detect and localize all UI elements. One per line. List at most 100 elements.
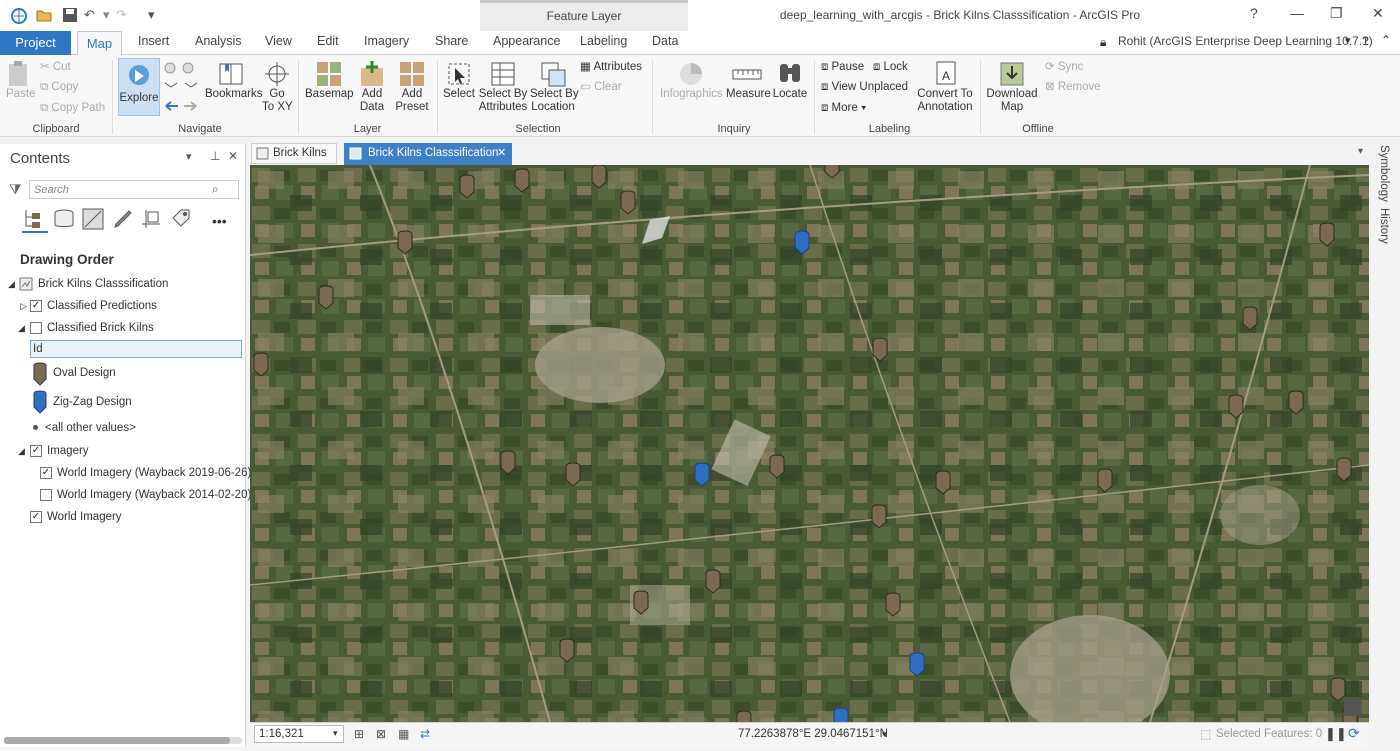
oval-design-kiln-marker[interactable] (559, 638, 575, 663)
data-source-icon[interactable] (53, 208, 75, 233)
contents-scrollbar[interactable] (4, 737, 242, 744)
layer-checkbox[interactable]: ✓ (30, 511, 42, 523)
oval-design-kiln-marker[interactable] (1097, 468, 1113, 493)
oval-design-kiln-marker[interactable] (500, 450, 516, 475)
scale-selector[interactable]: 1:16,321 ▾ (254, 725, 344, 743)
oval-design-kiln-marker[interactable] (1228, 394, 1244, 419)
tab-labeling[interactable]: Labeling (580, 34, 627, 48)
select-button[interactable]: Select (442, 60, 476, 101)
convert-to-annotation-button[interactable]: A Convert To Annotation (916, 60, 974, 114)
fixed-extent-icon[interactable]: ⊞ (354, 727, 364, 741)
customize-qat-icon[interactable]: ▾ (148, 7, 155, 23)
tab-edit[interactable]: Edit (317, 34, 339, 48)
oval-design-kiln-marker[interactable] (633, 590, 649, 615)
tab-analysis[interactable]: Analysis (195, 34, 242, 48)
oval-design-kiln-marker[interactable] (318, 285, 334, 310)
filter-icon[interactable]: ⧩ (9, 181, 22, 198)
scrollbar-thumb[interactable] (4, 737, 230, 744)
tab-map[interactable]: Map (77, 31, 122, 56)
remove-button[interactable]: ⊠ Remove (1045, 81, 1101, 94)
layer-classified-brick-kilns[interactable]: Classified Brick Kilns (47, 322, 154, 334)
copy-button[interactable]: ⧉ Copy (40, 81, 78, 94)
tab-data[interactable]: Data (652, 34, 678, 48)
chevron-down-icon[interactable]: ▾ (103, 7, 110, 23)
search-input[interactable]: Search ⌕ (29, 180, 239, 199)
oval-design-kiln-marker[interactable] (736, 710, 752, 722)
chevron-down-icon[interactable]: ▾ (882, 729, 887, 740)
zoom-tools-icon[interactable] (163, 61, 199, 118)
layer-wayback-2019[interactable]: World Imagery (Wayback 2019-06-26) (57, 467, 251, 479)
more-button[interactable]: ⧈ More ▾ (821, 102, 867, 115)
oval-design-kiln-marker[interactable] (872, 337, 888, 362)
oval-design-kiln-marker[interactable] (1319, 222, 1335, 247)
help-icon[interactable]: ? (1250, 5, 1258, 21)
tab-appearance[interactable]: Appearance (493, 34, 560, 48)
oval-design-kiln-marker[interactable] (253, 352, 269, 377)
expand-icon[interactable]: ◢ (8, 279, 15, 290)
drawing-order-icon[interactable] (22, 207, 48, 236)
close-icon[interactable]: ✕ (1372, 5, 1384, 22)
go-to-xy-button[interactable]: Go To XY (262, 60, 293, 114)
download-map-button[interactable]: Download Map (985, 60, 1039, 114)
tab-insert[interactable]: Insert (138, 34, 169, 48)
redo-icon[interactable]: ↷ (116, 7, 127, 23)
select-by-attributes-button[interactable]: Select By Attributes (478, 60, 528, 114)
layer-checkbox[interactable] (30, 322, 42, 334)
oval-design-kiln-marker[interactable] (935, 470, 951, 495)
legend-oval-design[interactable]: Oval Design (53, 367, 116, 379)
oval-design-kiln-marker[interactable] (769, 454, 785, 479)
bookmarks-button[interactable]: Bookmarks (205, 60, 263, 101)
tab-imagery[interactable]: Imagery (364, 34, 409, 48)
selection-list-icon[interactable] (82, 208, 104, 233)
expand-icon[interactable]: ▷ (20, 301, 27, 312)
pause-drawing-icon[interactable]: ❚❚ (1325, 726, 1347, 742)
view-tab-brick-kilns-classification[interactable]: Brick Kilns Classsification ✕ (344, 143, 512, 165)
pause-button[interactable]: ⧈ Pause (821, 61, 864, 74)
zigzag-design-kiln-marker[interactable] (833, 707, 849, 722)
restore-icon[interactable]: ❐ (1330, 5, 1343, 22)
field-heading-row[interactable]: Id (30, 340, 242, 358)
tab-project[interactable]: Project (0, 31, 71, 55)
open-icon[interactable] (36, 7, 52, 26)
view-tab-brick-kilns[interactable]: Brick Kilns (251, 143, 337, 164)
labeling-icon[interactable] (170, 208, 192, 233)
oval-design-kiln-marker[interactable] (591, 165, 607, 189)
select-by-location-button[interactable]: Select By Location (530, 60, 579, 114)
oval-design-kiln-marker[interactable] (514, 168, 530, 193)
oval-design-kiln-marker[interactable] (1336, 457, 1352, 482)
legend-other-values[interactable]: <all other values> (45, 422, 136, 434)
copy-path-button[interactable]: ⧉ Copy Path (40, 102, 105, 115)
layer-checkbox[interactable] (40, 489, 52, 501)
undo-icon[interactable]: ↶ (84, 7, 95, 23)
tab-view[interactable]: View (265, 34, 292, 48)
save-icon[interactable] (62, 7, 78, 26)
layer-world-imagery[interactable]: World Imagery (47, 511, 122, 523)
oval-design-kiln-marker[interactable] (1330, 677, 1346, 702)
expand-icon[interactable]: ◢ (18, 446, 25, 457)
add-data-button[interactable]: Add Data (356, 60, 388, 114)
zigzag-design-kiln-marker[interactable] (909, 652, 925, 677)
snapping-icon[interactable] (140, 208, 162, 233)
layer-wayback-2014[interactable]: World Imagery (Wayback 2014-02-20) (57, 489, 251, 501)
oval-design-kiln-marker[interactable] (705, 569, 721, 594)
oval-design-kiln-marker[interactable] (565, 462, 581, 487)
pin-icon[interactable]: ⊥ (210, 149, 220, 163)
attributes-button[interactable]: ▦ Attributes (580, 61, 642, 74)
collapse-ribbon-icon[interactable]: ⌃ (1381, 33, 1391, 47)
infographics-button[interactable]: Infographics (660, 60, 723, 101)
layer-checkbox[interactable]: ✓ (30, 300, 42, 312)
paste-button[interactable]: Paste (6, 60, 35, 101)
oval-design-kiln-marker[interactable] (1242, 306, 1258, 331)
locate-button[interactable]: Locate (772, 60, 808, 101)
more-views-icon[interactable]: ••• (212, 213, 227, 229)
layer-checkbox[interactable]: ✓ (40, 467, 52, 479)
tab-share[interactable]: Share (435, 34, 468, 48)
user-help-icon[interactable]: ? (1362, 34, 1369, 48)
symbology-pane-tab[interactable]: Symbology (1378, 145, 1390, 202)
grid-icon[interactable]: ▦ (398, 727, 409, 741)
lock-button[interactable]: ⧈ Lock (873, 61, 908, 74)
oval-design-kiln-marker[interactable] (885, 592, 901, 617)
oval-design-kiln-marker[interactable] (459, 174, 475, 199)
chevron-down-icon[interactable]: ▾ (333, 728, 338, 739)
map-view[interactable] (250, 165, 1369, 722)
